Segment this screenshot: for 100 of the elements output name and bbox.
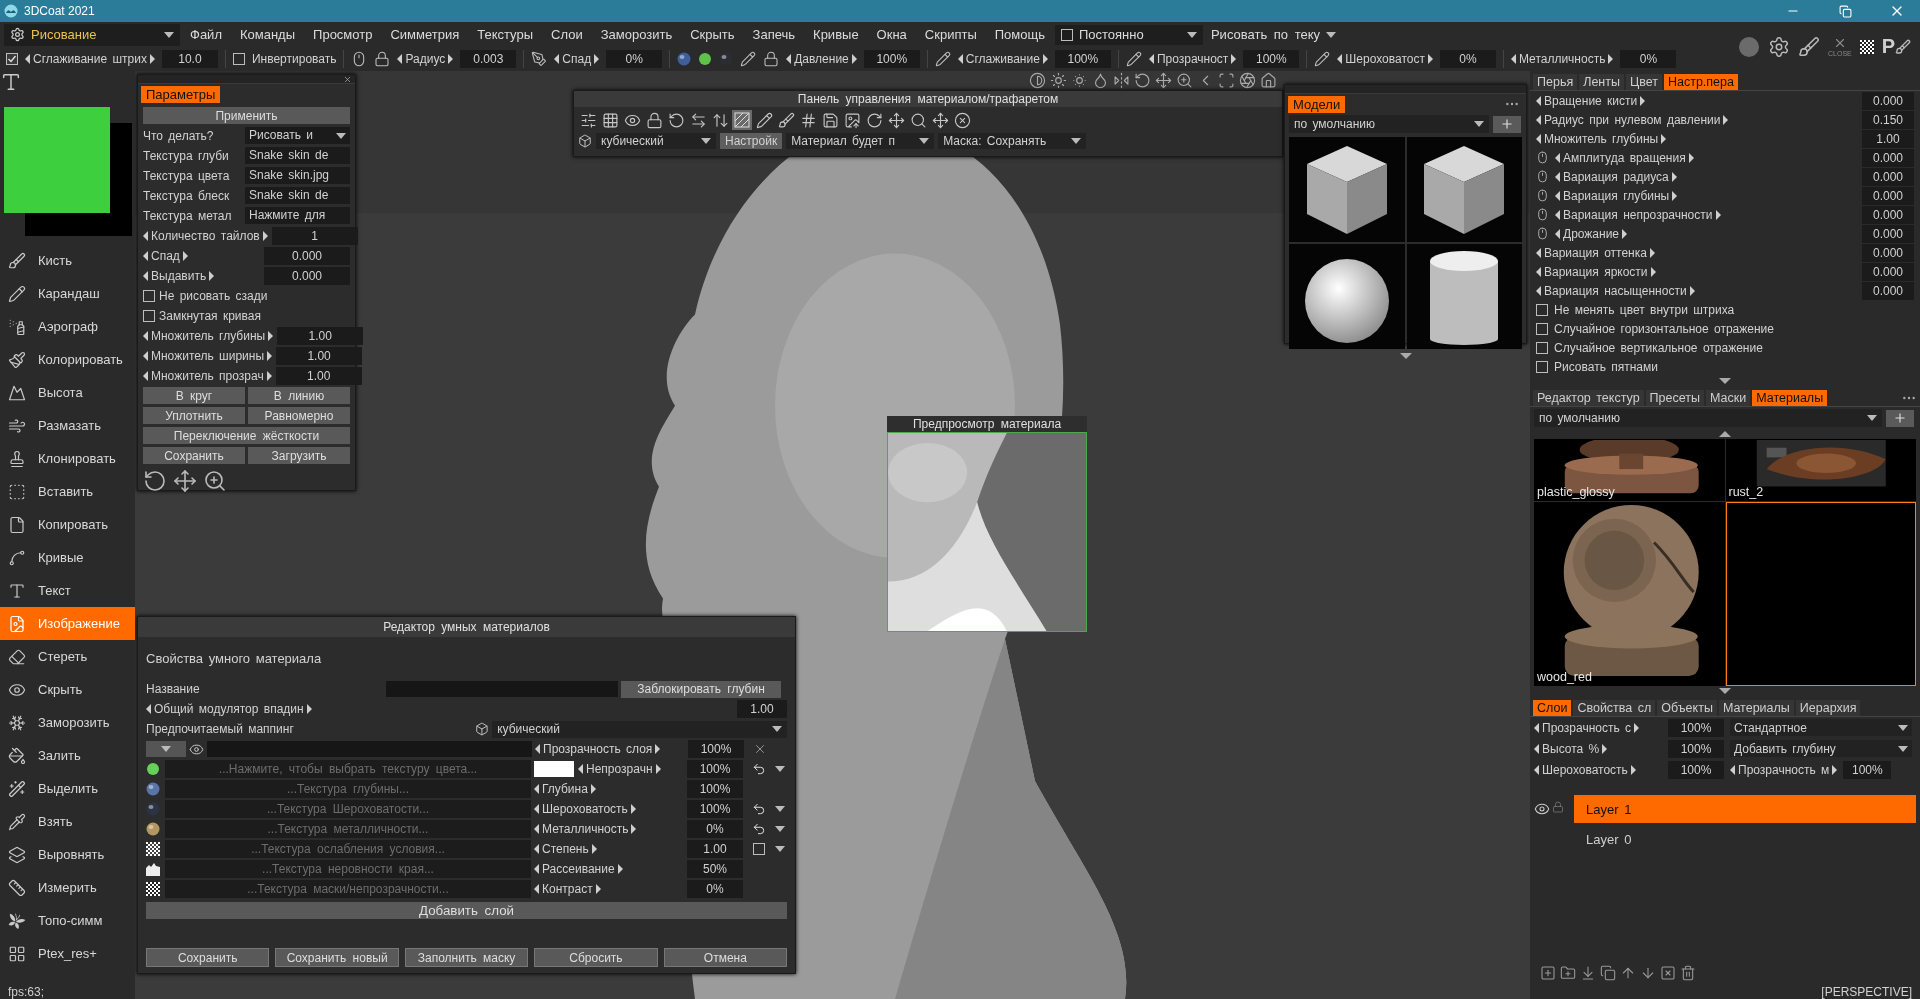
menu-item[interactable]: Запечь xyxy=(744,23,804,46)
menu-item[interactable]: Скрипты xyxy=(916,23,985,46)
tool-item[interactable]: Карандаш xyxy=(0,277,135,310)
layer-item[interactable]: Layer 0 xyxy=(1574,825,1916,853)
paint-mode-dropdown[interactable]: Рисовать по теку xyxy=(1204,24,1343,45)
menu-item[interactable]: Заморозить xyxy=(592,23,681,46)
tool-item[interactable]: Вставить xyxy=(0,475,135,508)
value-field[interactable]: 0.000 xyxy=(1862,91,1914,110)
tool-item[interactable]: Измерить xyxy=(0,871,135,904)
tool-item[interactable]: Заморозить xyxy=(0,706,135,739)
value-field[interactable]: 100% xyxy=(863,50,920,68)
value-field[interactable]: 0% xyxy=(1439,50,1496,68)
menu-item[interactable]: Кривые xyxy=(805,23,867,46)
tool-item[interactable]: Колорировать xyxy=(0,343,135,376)
add-button[interactable] xyxy=(1886,409,1914,427)
tool-item[interactable]: Топо-симм xyxy=(0,904,135,937)
scroll-down-icon[interactable] xyxy=(1719,688,1731,694)
preset-dropdown[interactable]: по умолчанию xyxy=(1534,409,1882,427)
value-field[interactable]: 0% xyxy=(1620,50,1677,68)
menu-item[interactable]: Текстуры xyxy=(469,23,542,46)
tab[interactable]: Редактор текстур xyxy=(1533,390,1644,406)
tab[interactable]: Цвет xyxy=(1625,74,1662,90)
copy-icon[interactable] xyxy=(1600,965,1616,981)
square-x-icon[interactable] xyxy=(1660,965,1676,981)
tab[interactable]: Свойства сл xyxy=(1573,700,1656,716)
menu-item[interactable]: Окна xyxy=(868,23,915,46)
value-field[interactable]: 0.000 xyxy=(1862,186,1914,205)
menu-item[interactable]: Симметрия xyxy=(382,23,468,46)
tab[interactable]: Настр.пера xyxy=(1663,74,1738,90)
gear-icon[interactable] xyxy=(1768,35,1790,58)
value-field[interactable]: 10.0 xyxy=(161,50,218,68)
tool-item[interactable]: Кисть xyxy=(0,244,135,277)
pencil-icon[interactable] xyxy=(1125,51,1142,67)
tab[interactable]: Объекты xyxy=(1657,700,1717,716)
brush-icon[interactable] xyxy=(1798,35,1820,58)
checkbox[interactable] xyxy=(1060,28,1073,41)
merge-down-icon[interactable] xyxy=(1580,965,1596,981)
material-thumbnail[interactable]: plastic_glossy xyxy=(1534,439,1725,501)
tab[interactable]: Материалы xyxy=(1752,390,1828,406)
menu-item[interactable]: Слои xyxy=(543,23,591,46)
add-folder-icon[interactable] xyxy=(1560,965,1576,981)
depth-mode-dropdown[interactable]: Добавить глубину xyxy=(1730,740,1912,757)
tool-item[interactable]: Взять xyxy=(0,805,135,838)
tool-item[interactable]: Залить xyxy=(0,739,135,772)
layer-item[interactable]: Layer 1 xyxy=(1574,795,1916,823)
checkbox[interactable] xyxy=(1536,360,1548,373)
menu-item[interactable]: Файл xyxy=(182,23,230,46)
constant-dropdown[interactable]: Постоянно xyxy=(1054,24,1203,45)
tab[interactable]: Перья xyxy=(1533,74,1578,90)
value-field[interactable]: 0.000 xyxy=(1862,167,1914,186)
tool-item[interactable]: Размазать xyxy=(0,409,135,442)
tool-item[interactable]: Стереть xyxy=(0,640,135,673)
material-thumbnail[interactable]: rust_2 xyxy=(1725,439,1916,501)
value-field[interactable]: 0.000 xyxy=(1862,224,1914,243)
menu-item[interactable]: Команды xyxy=(231,23,304,46)
tab[interactable]: Пресеты xyxy=(1645,390,1704,406)
pen-tool-button[interactable]: P xyxy=(1881,35,1912,58)
value-field[interactable]: 0.000 xyxy=(1862,148,1914,167)
tool-item[interactable]: Выделить xyxy=(0,772,135,805)
tool-item[interactable]: Аэрограф xyxy=(0,310,135,343)
scroll-down-icon[interactable] xyxy=(1719,378,1731,384)
tab[interactable]: Маски xyxy=(1706,390,1751,406)
value-field[interactable]: 0.000 xyxy=(1862,262,1914,281)
tool-item[interactable]: Ptex_res+ xyxy=(0,937,135,970)
color-swatches[interactable] xyxy=(4,107,132,236)
value-field[interactable]: 0% xyxy=(606,50,663,68)
pencil-icon[interactable] xyxy=(934,51,951,67)
value-field[interactable]: 1.00 xyxy=(1862,129,1914,148)
checkbox[interactable] xyxy=(232,53,245,65)
value-field[interactable]: 0.000 xyxy=(1862,281,1914,300)
checkbox[interactable] xyxy=(6,53,18,65)
tool-item[interactable]: Высота xyxy=(0,376,135,409)
eye-icon[interactable] xyxy=(1534,801,1550,817)
lock-icon[interactable] xyxy=(374,51,391,67)
tool-item[interactable]: Текст xyxy=(0,574,135,607)
tool-item[interactable]: Копировать xyxy=(0,508,135,541)
material-thumbnail[interactable]: wood_red xyxy=(1534,502,1725,686)
value-field[interactable]: 100% xyxy=(1843,760,1892,779)
menu-item[interactable]: Просмотр xyxy=(305,23,381,46)
pencil-icon[interactable] xyxy=(1314,51,1331,67)
value-field[interactable]: 100% xyxy=(1243,50,1300,68)
tab[interactable]: Слои xyxy=(1533,700,1572,716)
value-field[interactable]: 100% xyxy=(1668,760,1724,779)
tab[interactable]: Ленты xyxy=(1579,74,1624,90)
lock-icon[interactable] xyxy=(763,51,780,67)
value-field[interactable]: 0.000 xyxy=(1862,205,1914,224)
value-field[interactable]: 0.000 xyxy=(1862,243,1914,262)
menu-item[interactable]: Скрыть xyxy=(682,23,743,46)
pen-nib-icon[interactable] xyxy=(531,51,548,67)
checkbox[interactable] xyxy=(1536,322,1548,335)
tool-item[interactable]: Выровнять xyxy=(0,838,135,871)
tab[interactable]: Материалы xyxy=(1718,700,1794,716)
room-dropdown[interactable]: Рисование xyxy=(4,23,180,46)
menu-item[interactable]: Помощь xyxy=(986,23,1053,46)
tool-item[interactable]: Клонировать xyxy=(0,442,135,475)
add-layer-icon[interactable] xyxy=(1540,965,1556,981)
value-field[interactable]: 0.003 xyxy=(460,50,517,68)
trash-icon[interactable] xyxy=(1680,965,1696,981)
checkbox[interactable] xyxy=(1536,341,1548,354)
value-field[interactable]: 100% xyxy=(1668,739,1724,758)
